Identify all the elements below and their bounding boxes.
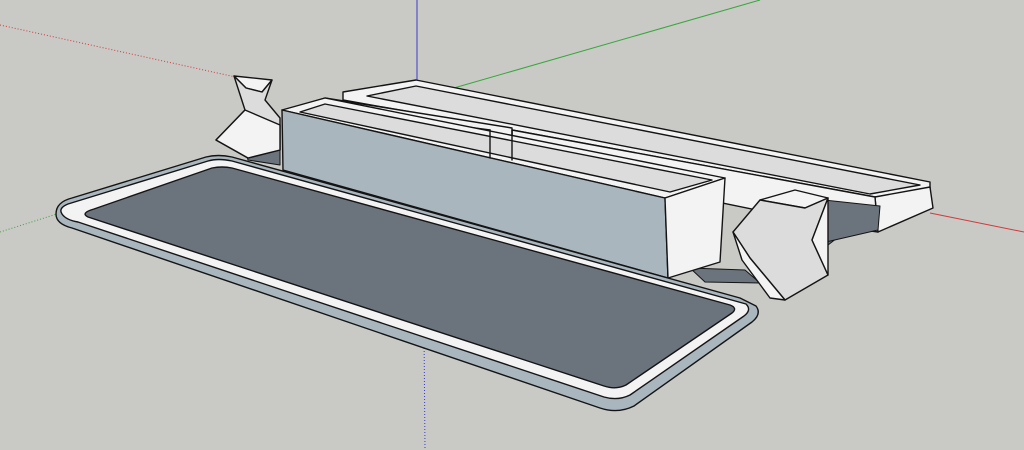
sketchup-viewport[interactable] <box>0 0 1024 450</box>
model-canvas[interactable] <box>0 0 1024 450</box>
